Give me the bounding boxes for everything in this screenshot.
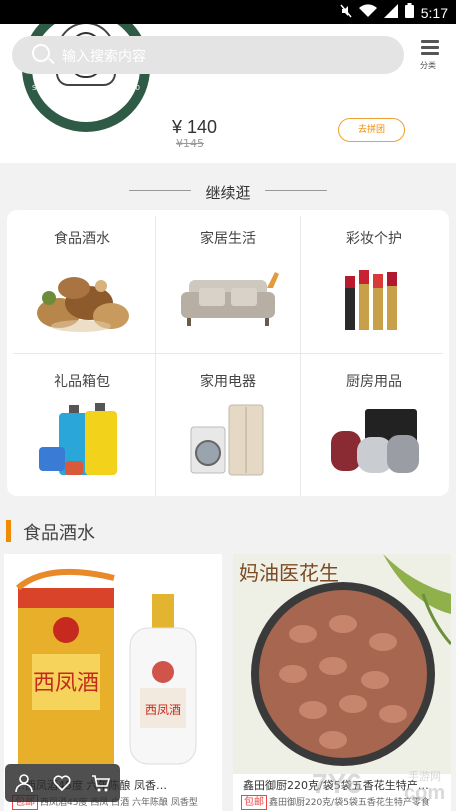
product-image-text: 妈油医花生	[239, 561, 339, 585]
category-label: 厨房用品	[346, 374, 402, 390]
product-image-text: 西凤酒	[33, 671, 99, 696]
product-image: 西凤酒 西凤酒	[4, 554, 222, 774]
category-label: 家居生活	[200, 231, 256, 247]
favorite-button[interactable]	[43, 764, 81, 802]
status-bar: 5:17	[0, 0, 456, 24]
product-original-price: ¥145	[176, 137, 204, 150]
wifi-icon	[358, 3, 377, 22]
signal-icon	[383, 3, 398, 22]
user-icon	[15, 774, 33, 793]
image-text-right: 1990	[122, 84, 140, 92]
category-label: 食品酒水	[54, 231, 110, 247]
image-text-left: SINCE	[32, 84, 54, 92]
divider-line-right	[265, 190, 327, 191]
cooker-icon	[321, 401, 427, 481]
clock: 5:17	[420, 4, 448, 21]
product-image-text: 西凤酒	[145, 703, 181, 717]
category-label: 家用电器	[200, 374, 256, 390]
heart-icon	[53, 775, 71, 792]
sofa-icon	[175, 258, 281, 338]
battery-icon	[404, 3, 414, 22]
menu-icon	[421, 40, 439, 58]
profile-button[interactable]	[5, 764, 43, 802]
floating-toolbar	[5, 764, 120, 802]
category-kitchen[interactable]: 厨房用品	[301, 353, 447, 495]
section-header-food: 食品酒水	[0, 513, 456, 549]
category-makeup-care[interactable]: 彩妆个护	[301, 210, 447, 352]
category-grid: 食品酒水 家居生活 彩妆个护 礼品箱包 家用电器 厨房用品	[7, 210, 449, 496]
lipstick-icon	[321, 258, 427, 338]
section-accent-bar	[6, 520, 11, 542]
cart-button[interactable]	[82, 764, 120, 802]
product-price: ¥ 140	[172, 117, 218, 137]
status-icons: 5:17	[340, 3, 448, 22]
category-label: 彩妆个护	[346, 231, 402, 247]
category-label: 礼品箱包	[54, 374, 110, 390]
category-home-living[interactable]: 家居生活	[155, 210, 301, 352]
category-food-drinks[interactable]: 食品酒水	[9, 210, 155, 352]
search-bar[interactable]: 输入搜索内容	[12, 36, 404, 74]
continue-browsing-title: 继续逛	[205, 184, 251, 202]
watermark-com: com	[404, 782, 446, 804]
image-text-bottom: SINTERFEL	[66, 108, 99, 115]
watermark: 7Y6 手游网 com	[312, 768, 456, 808]
nuts-icon	[29, 258, 135, 338]
category-home-appliances[interactable]: 家用电器	[155, 353, 301, 495]
group-buy-button[interactable]: 去拼团	[338, 118, 405, 142]
section-title: 食品酒水	[23, 523, 95, 544]
search-input[interactable]: 输入搜索内容	[62, 46, 146, 66]
continue-browsing-header: 继续逛	[0, 180, 456, 204]
appliance-icon	[175, 401, 281, 481]
luggage-icon	[29, 401, 135, 481]
cart-icon	[92, 775, 111, 792]
mute-icon	[340, 4, 352, 22]
search-icon	[32, 44, 50, 62]
menu-label: 分类	[420, 61, 436, 70]
category-gifts-bags[interactable]: 礼品箱包	[9, 353, 155, 495]
product-image: 妈油医花生	[233, 554, 451, 774]
watermark-logo: 7Y6	[312, 768, 362, 799]
category-menu-button[interactable]: 分类	[414, 38, 446, 72]
free-shipping-badge: 包邮	[241, 795, 267, 810]
